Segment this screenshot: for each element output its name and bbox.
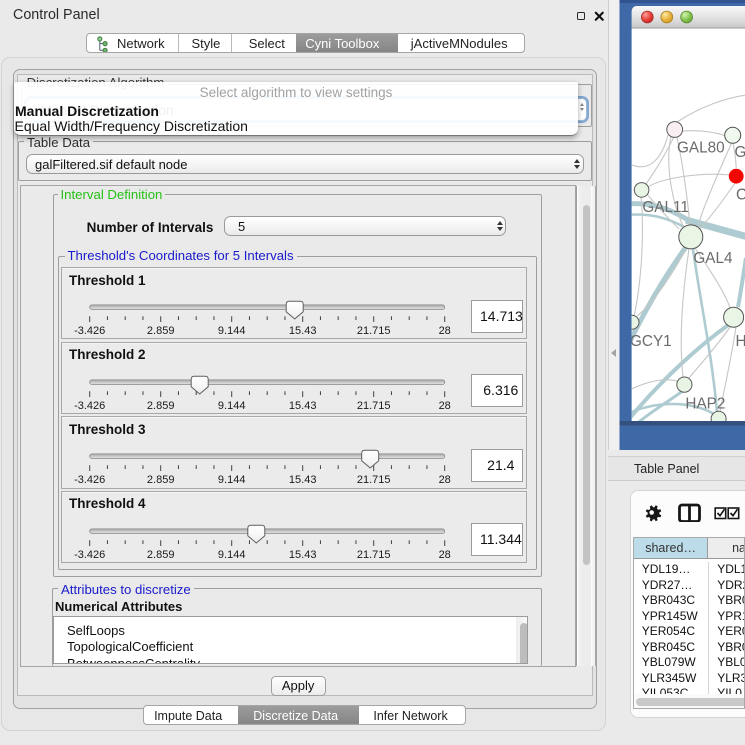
- svg-text:9.144: 9.144: [218, 549, 246, 561]
- svg-text:28: 28: [439, 325, 451, 337]
- svg-text:21.715: 21.715: [357, 325, 391, 337]
- svg-text:15.43: 15.43: [289, 325, 317, 337]
- svg-text:GAL4: GAL4: [693, 250, 733, 267]
- svg-text:28: 28: [439, 474, 451, 486]
- svg-text:H: H: [736, 333, 745, 350]
- svg-text:2.859: 2.859: [147, 549, 175, 561]
- svg-text:21.715: 21.715: [357, 549, 391, 561]
- svg-text:15.43: 15.43: [289, 400, 317, 412]
- svg-text:-3.426: -3.426: [74, 474, 105, 486]
- svg-text:-3.426: -3.426: [74, 400, 105, 412]
- svg-text:9.144: 9.144: [218, 474, 246, 486]
- svg-text:2.859: 2.859: [147, 474, 175, 486]
- svg-text:-3.426: -3.426: [74, 325, 105, 337]
- svg-text:GCY1: GCY1: [630, 333, 672, 350]
- svg-text:2.859: 2.859: [147, 400, 175, 412]
- svg-text:28: 28: [439, 400, 451, 412]
- svg-text:21.715: 21.715: [357, 474, 391, 486]
- svg-text:GA: GA: [735, 144, 745, 161]
- svg-text:15.43: 15.43: [289, 549, 317, 561]
- svg-text:9.144: 9.144: [218, 325, 246, 337]
- svg-text:15.43: 15.43: [289, 474, 317, 486]
- svg-text:GAL11: GAL11: [642, 199, 689, 216]
- svg-text:-3.426: -3.426: [74, 549, 105, 561]
- svg-text:28: 28: [439, 549, 451, 561]
- svg-text:2.859: 2.859: [147, 325, 175, 337]
- svg-text:21.715: 21.715: [357, 400, 391, 412]
- svg-text:C: C: [736, 187, 745, 204]
- svg-text:9.144: 9.144: [218, 400, 246, 412]
- svg-text:HAP2: HAP2: [685, 396, 725, 413]
- svg-text:GAL80: GAL80: [677, 140, 725, 157]
